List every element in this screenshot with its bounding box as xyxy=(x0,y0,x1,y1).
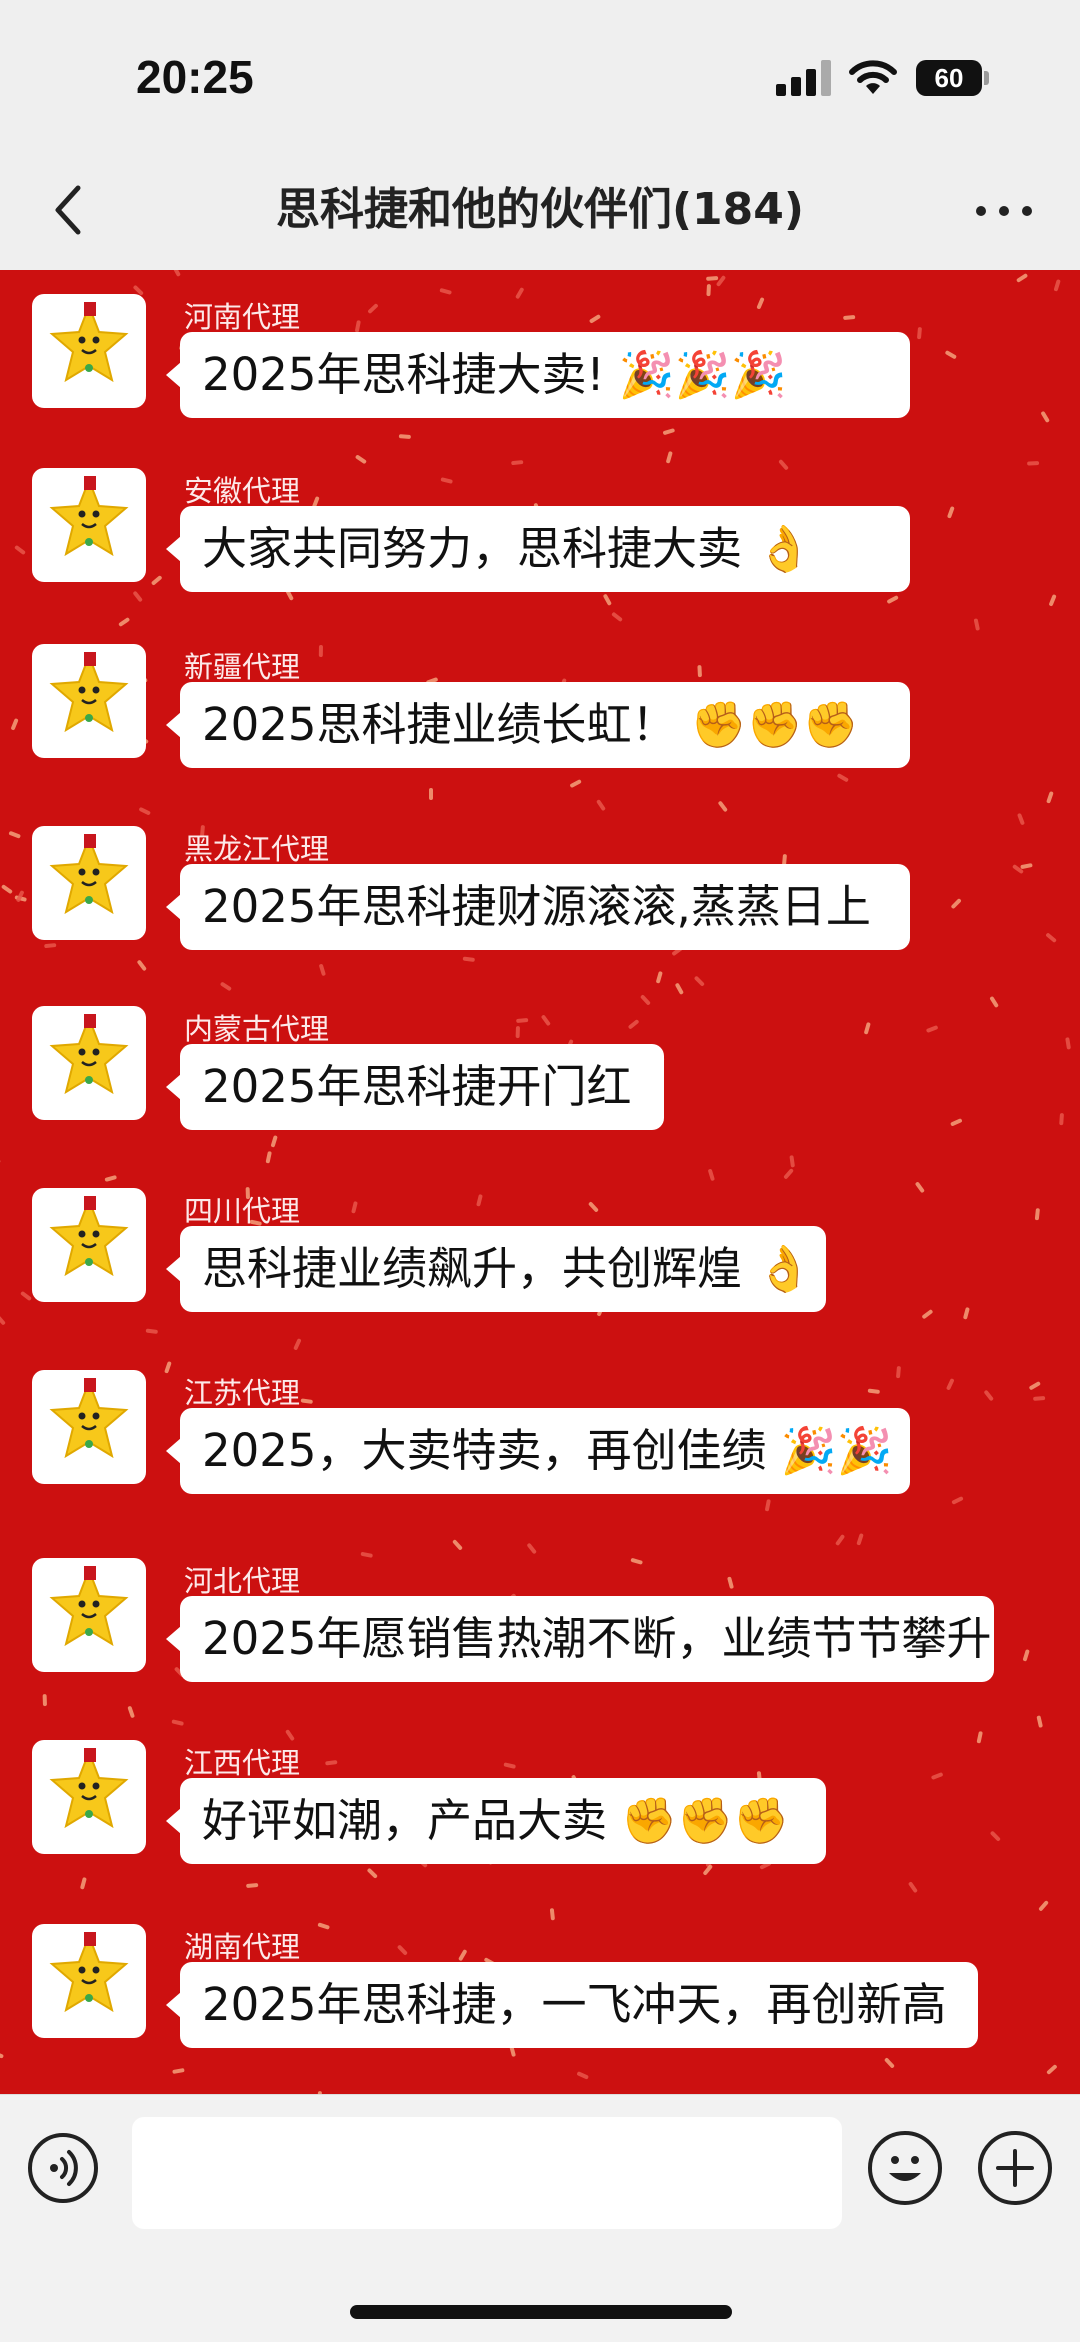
message-bubble[interactable]: 2025年思科捷大卖! 🎉🎉🎉 xyxy=(180,332,910,418)
message-bubble[interactable]: 2025年思科捷开门红 xyxy=(180,1044,664,1130)
avatar[interactable] xyxy=(32,1370,146,1484)
voice-wave-icon xyxy=(32,2137,94,2199)
sender-name: 四川代理 xyxy=(184,1188,300,1230)
sender-name: 河北代理 xyxy=(184,1558,300,1600)
message-bubble[interactable]: 思科捷业绩飙升，共创辉煌 👌 xyxy=(180,1226,826,1312)
avatar[interactable] xyxy=(32,294,146,408)
home-indicator xyxy=(350,2305,732,2319)
cellular-signal-icon xyxy=(776,60,834,96)
mascot-image xyxy=(32,468,146,582)
chat-message-list[interactable]: 河南代理 2025年思科捷大卖! 🎉🎉🎉 安徽代理 大家共同努力，思科捷大卖 👌… xyxy=(0,270,1080,2094)
message-bubble[interactable]: 大家共同努力，思科捷大卖 👌 xyxy=(180,506,910,592)
battery-icon: 60 xyxy=(916,60,982,96)
message-input[interactable] xyxy=(132,2117,842,2229)
more-actions-button[interactable] xyxy=(978,2131,1052,2205)
sender-name: 黑龙江代理 xyxy=(184,826,329,868)
message-bubble[interactable]: 2025年愿销售热潮不断，业绩节节攀升 xyxy=(180,1596,994,1682)
avatar[interactable] xyxy=(32,1740,146,1854)
avatar[interactable] xyxy=(32,1188,146,1302)
mascot-image xyxy=(32,1924,146,2038)
mascot-image xyxy=(32,1006,146,1120)
message-bubble[interactable]: 2025，大卖特卖，再创佳绩 🎉🎉 xyxy=(180,1408,910,1494)
avatar[interactable] xyxy=(32,1924,146,2038)
sender-name: 新疆代理 xyxy=(184,644,300,686)
status-bar: 20:25 60 xyxy=(0,0,1080,150)
sender-name: 内蒙古代理 xyxy=(184,1006,329,1048)
mascot-image xyxy=(32,826,146,940)
sender-name: 江苏代理 xyxy=(184,1370,300,1412)
avatar[interactable] xyxy=(32,468,146,582)
status-time: 20:25 xyxy=(136,50,254,104)
sender-name: 江西代理 xyxy=(184,1740,300,1782)
sender-name: 湖南代理 xyxy=(184,1924,300,1966)
sender-name: 河南代理 xyxy=(184,294,300,336)
avatar[interactable] xyxy=(32,826,146,940)
wifi-icon xyxy=(848,58,898,98)
smiley-icon xyxy=(872,2135,938,2201)
avatar[interactable] xyxy=(32,1006,146,1120)
mascot-image xyxy=(32,1558,146,1672)
message-bubble[interactable]: 2025年思科捷财源滚滚,蒸蒸日上 xyxy=(180,864,910,950)
sender-name: 安徽代理 xyxy=(184,468,300,510)
chat-header: 思科捷和他的伙伴们(184) xyxy=(0,150,1080,270)
avatar[interactable] xyxy=(32,644,146,758)
mascot-image xyxy=(32,294,146,408)
emoji-button[interactable] xyxy=(868,2131,942,2205)
message-bubble[interactable]: 2025年思科捷，一飞冲天，再创新高 xyxy=(180,1962,978,2048)
mascot-image xyxy=(32,1188,146,1302)
mascot-image xyxy=(32,644,146,758)
chat-title: 思科捷和他的伙伴们(184) xyxy=(0,180,1080,240)
plus-icon xyxy=(982,2135,1048,2201)
avatar[interactable] xyxy=(32,1558,146,1672)
battery-cap xyxy=(984,71,989,85)
mascot-image xyxy=(32,1370,146,1484)
message-bubble[interactable]: 好评如潮，产品大卖 ✊✊✊ xyxy=(180,1778,826,1864)
message-bubble[interactable]: 2025思科捷业绩长虹！ ✊✊✊ xyxy=(180,682,910,768)
more-options-icon[interactable] xyxy=(972,188,1036,232)
voice-input-button[interactable] xyxy=(28,2133,98,2203)
mascot-image xyxy=(32,1740,146,1854)
